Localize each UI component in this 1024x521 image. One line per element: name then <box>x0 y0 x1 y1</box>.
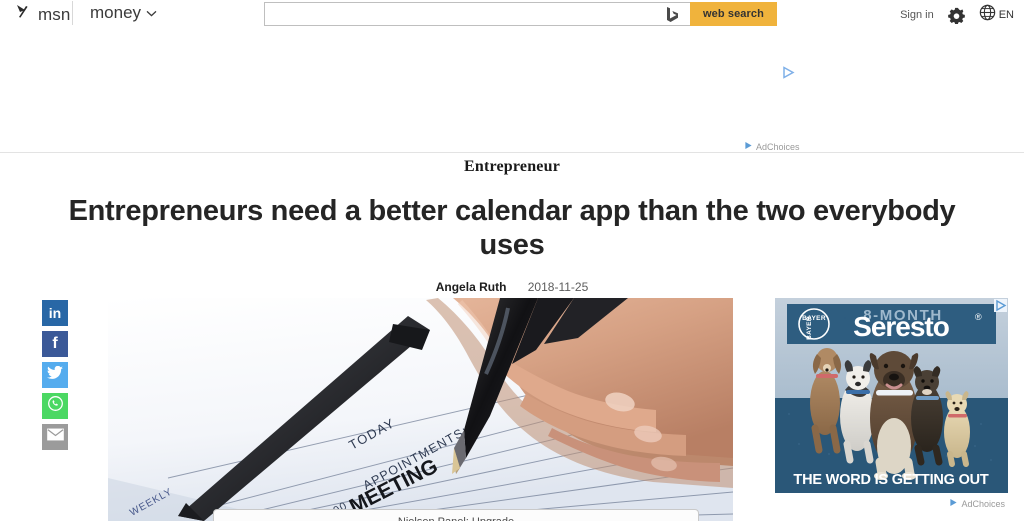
adchoices-text: AdChoices <box>756 141 800 152</box>
vertical-selector-money[interactable]: money <box>90 3 157 23</box>
ad-tagline: THE WORD IS GETTING OUT <box>793 472 989 488</box>
share-button-linkedin[interactable]: in <box>42 300 68 326</box>
nielsen-panel-dialog-title: Nielsen Panel: Upgrade <box>214 510 698 521</box>
ad-dog-3 <box>869 351 919 480</box>
adchoices-triangle-icon[interactable] <box>994 299 1007 317</box>
bing-b-icon[interactable] <box>654 2 690 26</box>
gear-icon[interactable] <box>947 7 965 24</box>
adchoices-label-rail[interactable]: AdChoices <box>949 498 1005 509</box>
sidebar-advertisement: 8-MONTH Seresto ® BAYER BAYER THE WORD I… <box>775 298 1008 509</box>
article-hero-image[interactable]: TODAY APPOINTMENTS: 8:00 WEEKLY MEETING <box>108 298 733 521</box>
msn-wordmark: msn <box>38 4 71 24</box>
share-button-email[interactable] <box>42 424 68 450</box>
ad-registered-mark: ® <box>975 312 982 322</box>
sign-in-link[interactable]: Sign in <box>900 9 934 21</box>
search-input[interactable] <box>264 2 654 26</box>
msn-butterfly-icon <box>14 3 34 26</box>
byline: Angela Ruth 2018-11-25 <box>0 280 1024 294</box>
adchoices-triangle-icon <box>949 498 958 509</box>
twitter-bird-icon <box>47 365 63 385</box>
facebook-icon: f <box>52 335 58 352</box>
article-author: Angela Ruth <box>435 280 507 295</box>
adchoices-label-top[interactable]: AdChoices <box>744 141 800 152</box>
seresto-ad-creative[interactable]: 8-MONTH Seresto ® BAYER BAYER THE WORD I… <box>775 298 1008 493</box>
article-header: Entrepreneur Entrepreneurs need a better… <box>0 153 1024 294</box>
nielsen-panel-dialog[interactable]: Nielsen Panel: Upgrade <box>213 509 699 521</box>
brand-divider <box>72 1 73 25</box>
language-label: EN <box>998 9 1014 21</box>
share-button-twitter[interactable] <box>42 362 68 388</box>
chevron-down-icon <box>146 9 157 20</box>
linkedin-icon: in <box>48 305 62 321</box>
adchoices-text: AdChoices <box>961 498 1005 509</box>
web-search-button[interactable]: web search <box>690 2 777 26</box>
publisher-logo[interactable]: Entrepreneur <box>0 158 1024 176</box>
language-selector[interactable]: EN <box>979 4 1014 26</box>
globe-icon <box>979 4 996 26</box>
whatsapp-phone-icon <box>47 395 64 417</box>
top-navigation-bar: msn money web search Sign in EN <box>0 0 1024 28</box>
adchoices-triangle-icon[interactable] <box>782 66 795 84</box>
search-area: web search <box>264 2 777 26</box>
share-button-whatsapp[interactable] <box>42 393 68 419</box>
svg-text:BAYER: BAYER <box>806 316 813 340</box>
top-advertisement-slot[interactable]: AdChoices <box>0 28 1024 152</box>
page-root: msn money web search Sign in EN AdChoice… <box>0 0 1024 521</box>
share-button-facebook[interactable]: f <box>42 331 68 357</box>
ad-dog-1 <box>810 348 842 454</box>
social-share-rail: in f <box>42 300 68 450</box>
page-title: Entrepreneurs need a better calendar app… <box>68 195 956 262</box>
vertical-label: money <box>90 3 142 22</box>
ad-product-name: Seresto <box>853 311 950 342</box>
adchoices-triangle-icon <box>744 141 753 152</box>
ad-dog-4 <box>911 366 943 466</box>
nav-right-controls: Sign in EN <box>900 4 1014 26</box>
envelope-icon <box>46 428 64 446</box>
article-date: 2018-11-25 <box>527 280 589 295</box>
msn-brand-link[interactable]: msn <box>14 3 70 26</box>
ad-dog-5 <box>944 391 970 467</box>
